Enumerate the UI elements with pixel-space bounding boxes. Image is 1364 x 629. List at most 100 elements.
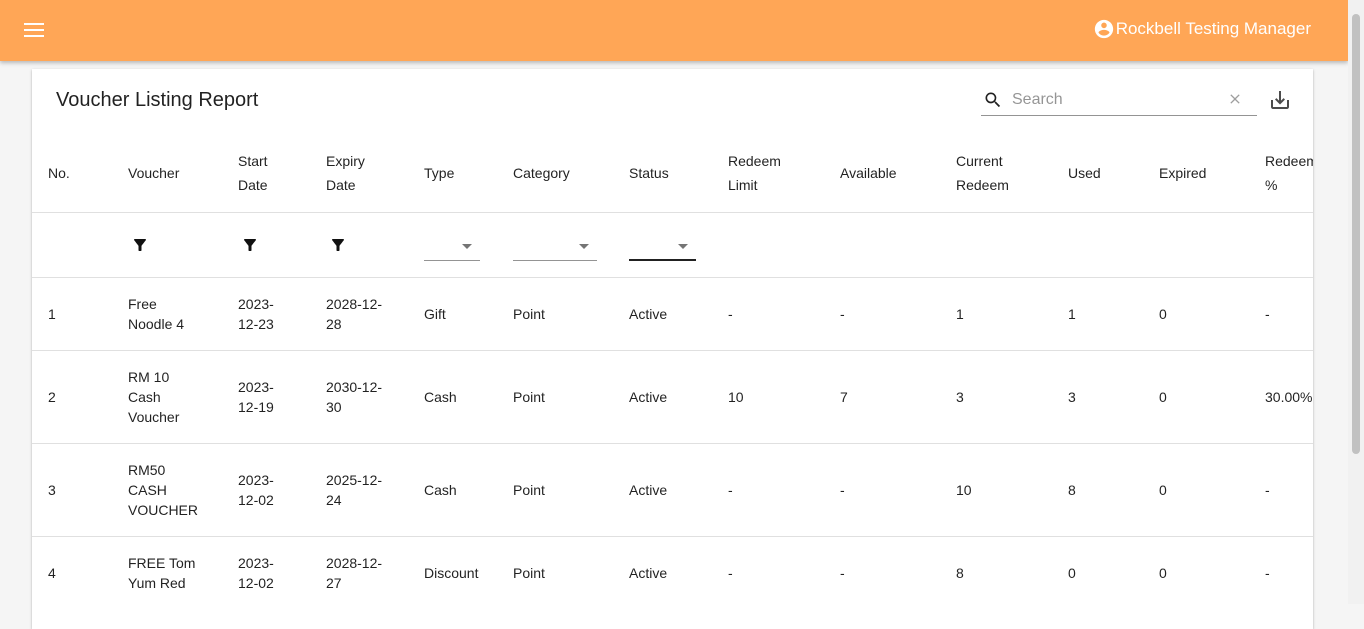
page-scrollbar[interactable] [1348,0,1364,604]
column-header-used[interactable]: Used [1068,161,1101,185]
column-header-start[interactable]: Start Date [238,149,268,197]
table-cell-start: 2023- 12-19 [238,377,274,417]
column-header-expiry[interactable]: Expiry Date [326,149,365,197]
cell-text: - [840,482,845,498]
table-cell-no: 3 [48,480,56,500]
column-header-label: Available [840,165,897,181]
column-header-label: Start [238,153,268,169]
column-header-label: Redeem [956,177,1009,193]
column-header-available[interactable]: Available [840,161,897,185]
cell-text: Active [629,482,668,498]
cell-text: 1 [1068,306,1076,322]
cell-text: 0 [1159,306,1167,322]
cell-text: 4 [48,565,56,581]
cell-text: Point [513,565,545,581]
cell-text: 7 [840,389,848,405]
table-cell-voucher: RM 10 Cash Voucher [128,367,179,427]
cell-text: Discount [424,565,479,581]
table-cell-current: 10 [956,480,972,500]
column-header-status[interactable]: Status [629,161,669,185]
column-header-label: Redeem [1265,153,1313,169]
filter-icon[interactable] [329,236,347,254]
table-cell-pct: 30.00% [1265,387,1312,407]
cell-text: 2030-12- [326,379,383,395]
cell-text: RM50 [128,462,166,478]
column-header-current[interactable]: Current Redeem [956,149,1009,197]
cell-text: 28 [326,316,342,332]
column-header-pct[interactable]: Redeem% [1265,149,1313,197]
download-icon[interactable] [1268,88,1292,112]
cell-text: - [840,306,845,322]
user-menu[interactable]: Rockbell Testing Manager [1093,17,1311,41]
column-header-expired[interactable]: Expired [1159,161,1206,185]
cell-text: 8 [956,565,964,581]
table-cell-no: 4 [48,563,56,583]
table-cell-expired: 0 [1159,304,1167,324]
column-header-label: Used [1068,165,1101,181]
status-filter-select[interactable] [629,230,696,261]
table-cell-expired: 0 [1159,387,1167,407]
column-header-limit[interactable]: Redeem Limit [728,149,781,197]
table-cell-expired: 0 [1159,563,1167,583]
cell-text: 30.00% [1265,389,1313,405]
cell-text: RM 10 [128,369,170,385]
table-cell-start: 2023- 12-23 [238,294,274,334]
column-header-voucher[interactable]: Voucher [128,161,179,185]
table-cell-current: 3 [956,387,964,407]
cell-text: Point [513,306,545,322]
cell-text: 12-02 [238,492,274,508]
column-header-label: Type [424,165,455,181]
cell-text: Point [513,389,545,405]
category-filter-select[interactable] [513,230,597,261]
cell-text: 2028-12- [326,296,383,312]
column-header-label: % [1265,177,1278,193]
cell-text: - [728,565,733,581]
menu-button[interactable] [20,16,48,44]
cell-text: 8 [1068,482,1076,498]
cell-text: Cash [424,389,457,405]
row-divider [32,443,1313,444]
cell-text: Active [629,306,668,322]
table-cell-type: Gift [424,304,446,324]
table-cell-category: Point [513,387,545,407]
table-cell-status: Active [629,387,667,407]
table-cell-available: 7 [840,387,848,407]
table-cell-limit: 10 [728,387,744,407]
column-header-label: Redeem [728,153,781,169]
close-icon[interactable] [1227,91,1243,107]
filter-icon[interactable] [241,236,259,254]
scrollbar-thumb[interactable] [1352,14,1360,454]
table-cell-pct: - [1265,563,1270,583]
cell-text: 2023- [238,472,274,488]
cell-text: 3 [956,389,964,405]
search-input[interactable] [1012,91,1212,109]
search-icon [983,90,1003,110]
filter-icon[interactable] [131,236,149,254]
cell-text: 0 [1159,389,1167,405]
cell-text: 12-23 [238,316,274,332]
column-header-label: Expired [1159,165,1207,181]
cell-text: Active [629,389,668,405]
column-header-label: Voucher [128,165,180,181]
cell-text: Noodle 4 [128,316,185,332]
app-bar: Rockbell Testing Manager [0,0,1348,61]
cell-text: Voucher [128,409,180,425]
column-header-label: No. [48,165,70,181]
column-header-category[interactable]: Category [513,161,570,185]
cell-text: Free [128,296,157,312]
table-cell-used: 1 [1068,304,1076,324]
cell-text: 12-19 [238,399,274,415]
table-cell-type: Cash [424,387,457,407]
table-cell-no: 1 [48,304,56,324]
cell-text: 0 [1068,565,1076,581]
column-header-no[interactable]: No. [48,161,70,185]
column-header-label: Date [238,177,268,193]
column-header-label: Current [956,153,1003,169]
column-header-type[interactable]: Type [424,161,454,185]
cell-text: FREE Tom [128,555,196,571]
column-header-label: Category [513,165,570,181]
cell-text: - [1265,482,1270,498]
table-cell-expiry: 2030-12- 30 [326,377,382,417]
type-filter-select[interactable] [424,230,480,261]
cell-text: Active [629,565,668,581]
